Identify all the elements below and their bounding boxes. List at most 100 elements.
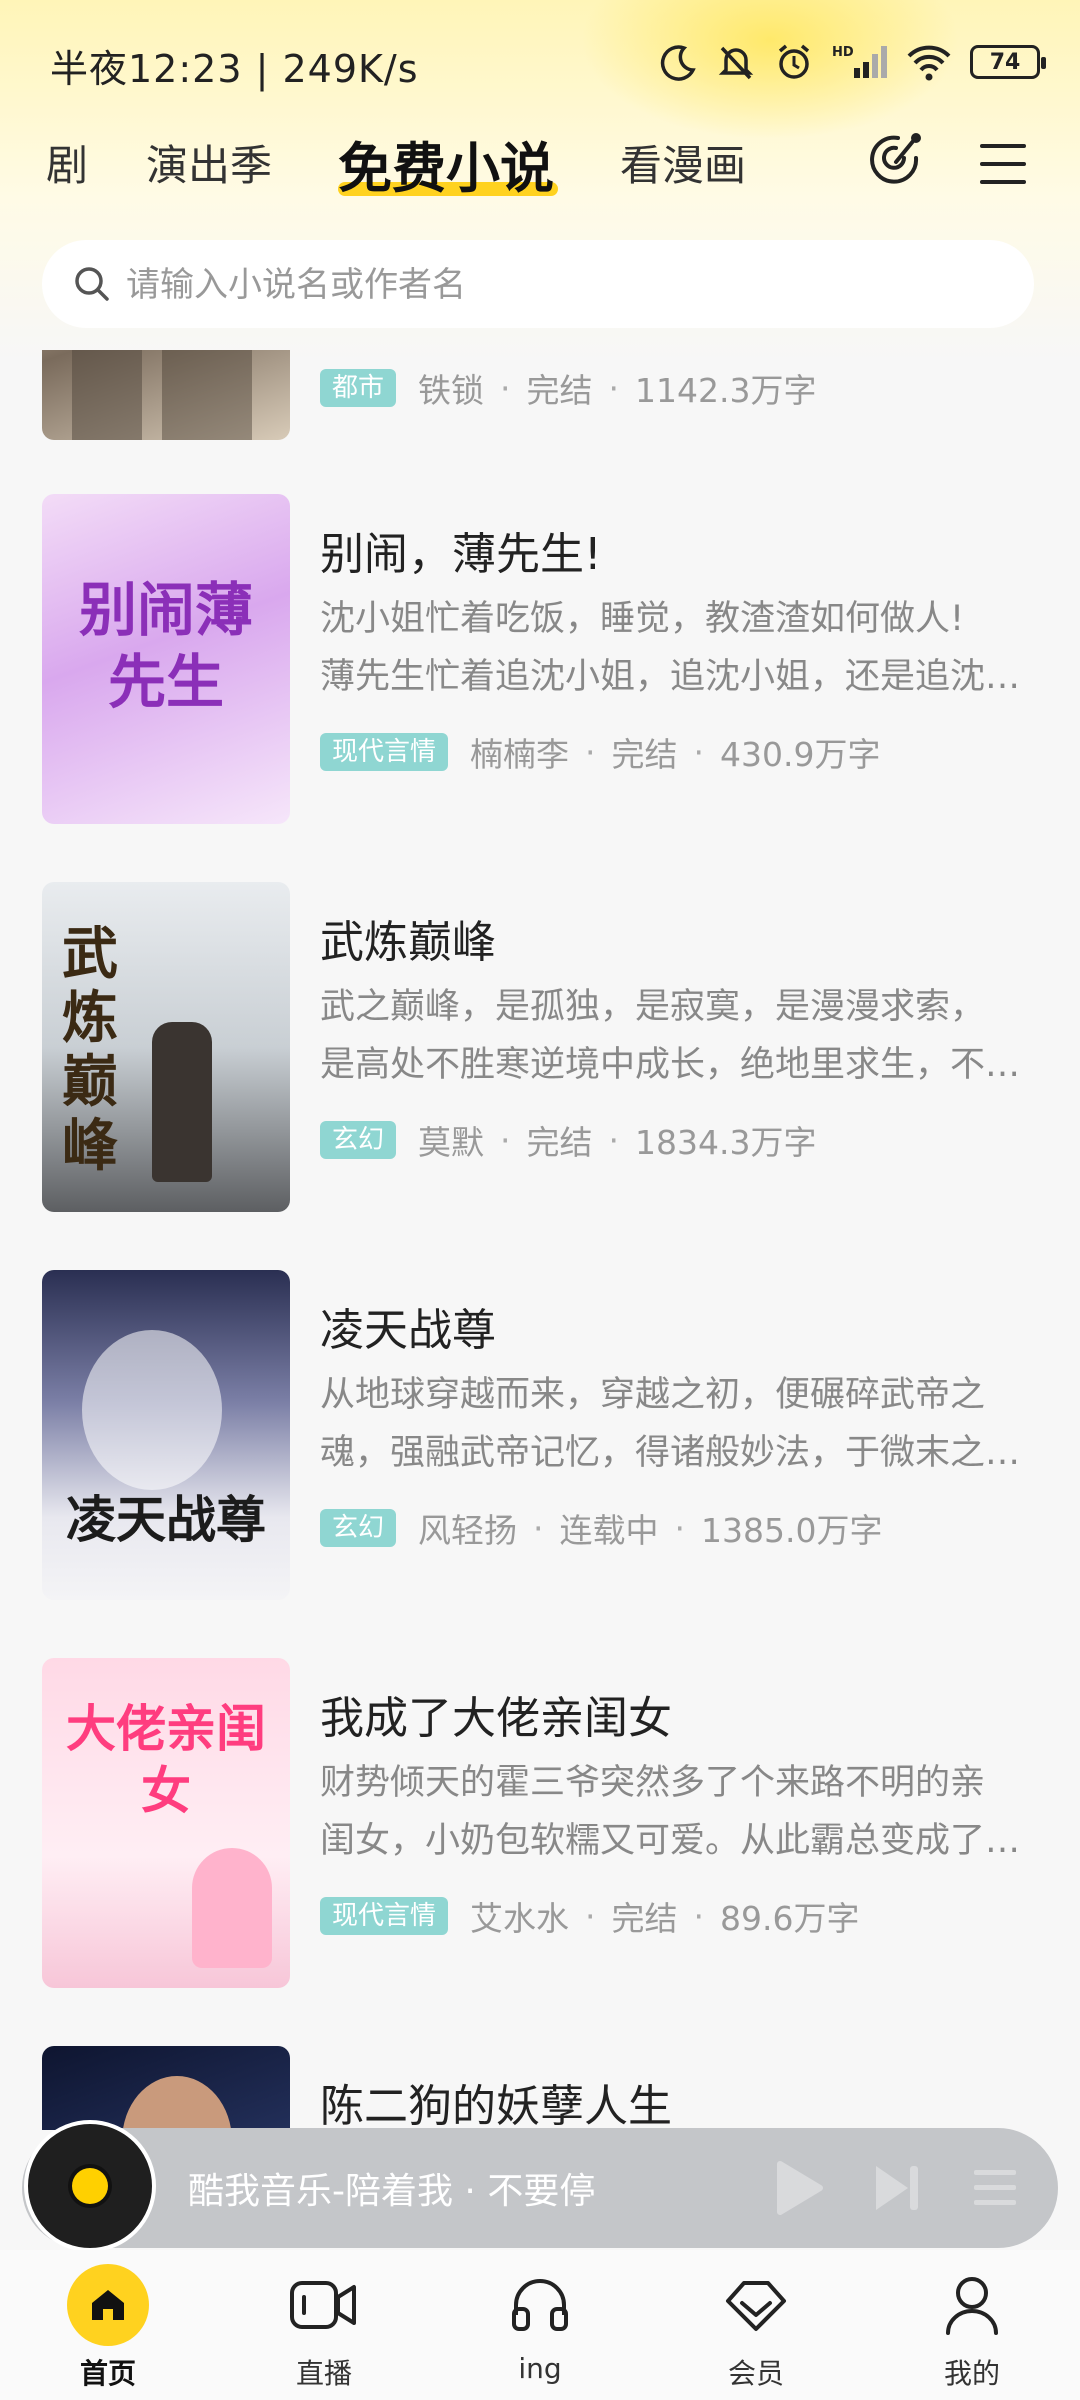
- book-word-count: 430.9万字: [720, 735, 881, 774]
- wifi-icon: [907, 45, 951, 81]
- nav-label: 会员: [727, 2357, 784, 2390]
- separator-dot: ·: [585, 1896, 596, 1936]
- book-status: 完结: [611, 1899, 678, 1938]
- playlist-icon[interactable]: [970, 2158, 1020, 2218]
- cover-title: 凌天战尊: [66, 1490, 266, 1549]
- cover-title: 别闹薄先生: [78, 576, 253, 716]
- book-title: 陈二狗的妖孽人生: [320, 2081, 672, 2130]
- book-cover: 别闹薄先生: [42, 494, 290, 824]
- radar-icon[interactable]: [866, 128, 930, 200]
- separator-dot: ·: [585, 732, 596, 772]
- next-track-icon[interactable]: [870, 2158, 924, 2218]
- nav-live[interactable]: 直播: [244, 2260, 404, 2392]
- separator-dot: ·: [500, 1120, 511, 1160]
- tab-drama[interactable]: 剧: [46, 132, 88, 193]
- book-meta: 现代言情 楠楠李 · 完结 · 430.9万字: [320, 728, 881, 776]
- book-cover: [42, 350, 290, 440]
- user-icon: [946, 2277, 998, 2335]
- book-item[interactable]: 陈二狗的妖孽人生: [0, 2046, 1080, 2130]
- tab-free-novels[interactable]: 免费小说: [338, 124, 554, 203]
- book-description: 财势倾天的霍三爷突然多了个来路不明的亲 闺女，小奶包软糯又可爱。从此霸总变成了女…: [320, 1763, 1026, 1861]
- book-status: 连载中: [559, 1511, 659, 1550]
- search-icon: [75, 267, 109, 301]
- headphones-icon: [512, 2279, 568, 2331]
- genre-tag: 现代言情: [320, 1897, 449, 1935]
- book-author: 风轻扬: [418, 1511, 518, 1550]
- signal-icon: HD: [832, 45, 887, 78]
- genre-tag: 都市: [320, 369, 397, 407]
- play-icon[interactable]: [772, 2158, 826, 2218]
- nav-label: 我的: [943, 2357, 1000, 2390]
- book-cover: 凌天战尊: [42, 1270, 290, 1600]
- status-icons: HD 74: [658, 36, 1046, 88]
- alarm-icon: [778, 44, 810, 79]
- separator-dot: ·: [608, 368, 620, 408]
- book-item[interactable]: 大佬亲闺女 我成了大佬亲闺女 财势倾天的霍三爷突然多了个来路不明的亲 闺女，小奶…: [0, 1658, 1080, 1988]
- video-camera-icon: [290, 2281, 356, 2329]
- separator-dot: ·: [533, 1508, 544, 1548]
- nav-profile[interactable]: 我的: [892, 2260, 1052, 2392]
- separator-dot: ·: [608, 1120, 620, 1160]
- book-description: 从地球穿越而来，穿越之初，便碾碎武帝之 魂，强融武帝记忆，得诸般妙法，于微末之中…: [320, 1375, 1026, 1473]
- tab-shows[interactable]: 演出季: [146, 132, 272, 193]
- book-title: 武炼巅峰: [320, 917, 496, 968]
- book-word-count: 89.6万字: [720, 1899, 860, 1938]
- nav-home[interactable]: 首页: [28, 2260, 188, 2392]
- now-playing-text: 酷我音乐-陪着我 · 不要停: [188, 2171, 596, 2212]
- menu-icon[interactable]: [978, 138, 1030, 190]
- separator-dot: ·: [693, 732, 705, 772]
- separator-dot: ·: [674, 1508, 686, 1548]
- search-bar[interactable]: [42, 240, 1034, 328]
- book-item[interactable]: 别闹薄先生 别闹，薄先生! 沈小姐忙着吃饭，睡觉，教渣渣如何做人! 薄先生忙着追…: [0, 494, 1080, 824]
- book-word-count: 1142.3万字: [635, 371, 817, 410]
- book-meta: 玄幻 风轻扬 · 连载中 · 1385.0万字: [320, 1504, 882, 1552]
- book-meta: 现代言情 艾水水 · 完结 · 89.6万字: [320, 1892, 860, 1940]
- status-bar: 半夜12:23 | 249K/s HD 74: [0, 0, 1080, 126]
- music-player-bar[interactable]: 酷我音乐-陪着我 · 不要停: [22, 2120, 1058, 2252]
- moon-icon: [660, 45, 696, 81]
- book-title: 凌天战尊: [320, 1305, 496, 1356]
- book-description: 沈小姐忙着吃饭，睡觉，教渣渣如何做人! 薄先生忙着追沈小姐，追沈小姐，还是追沈小…: [320, 599, 1026, 697]
- book-title: 别闹，薄先生!: [320, 529, 602, 580]
- separator-dot: ·: [500, 368, 511, 408]
- svg-text:HD: HD: [832, 45, 854, 60]
- book-cover: [42, 2046, 290, 2130]
- nav-label: 首页: [79, 2357, 136, 2390]
- book-author: 楠楠李: [470, 735, 570, 774]
- genre-tag: 现代言情: [320, 733, 449, 771]
- status-time: 半夜12:23 | 249K/s: [50, 47, 419, 91]
- battery-icon: 74: [970, 45, 1046, 79]
- book-status: 完结: [526, 371, 593, 410]
- nav-label: 直播: [295, 2357, 352, 2390]
- tab-comics[interactable]: 看漫画: [620, 132, 746, 193]
- genre-tag: 玄幻: [320, 1121, 397, 1159]
- genre-tag: 玄幻: [320, 1509, 397, 1547]
- album-disc-icon[interactable]: [24, 2120, 156, 2252]
- cover-title: 大佬亲闺女: [66, 1699, 266, 1820]
- book-description: 武之巅峰，是孤独，是寂寞，是漫漫求索， 是高处不胜寒逆境中成长，绝地里求生，不屈…: [320, 987, 1026, 1085]
- book-cover: 武炼巅峰: [42, 882, 290, 1212]
- book-status: 完结: [611, 735, 678, 774]
- book-item[interactable]: 武炼巅峰 武炼巅峰 武之巅峰，是孤独，是寂寞，是漫漫求索， 是高处不胜寒逆境中成…: [0, 882, 1080, 1212]
- book-author: 铁锁: [418, 371, 485, 410]
- book-meta: 都市 铁锁 · 完结 · 1142.3万字: [320, 364, 816, 412]
- separator-dot: ·: [693, 1896, 705, 1936]
- book-item[interactable]: 都市 铁锁 · 完结 · 1142.3万字: [0, 350, 1080, 440]
- bottom-navigation: 首页 直播 ing 会员 我的: [0, 2250, 1080, 2400]
- book-list: 都市 铁锁 · 完结 · 1142.3万字 别闹薄先生 别闹，薄先生! 沈小姐忙…: [0, 350, 1080, 2130]
- book-word-count: 1834.3万字: [635, 1123, 817, 1162]
- book-status: 完结: [526, 1123, 593, 1162]
- nav-label: ing: [518, 2352, 562, 2385]
- nav-vip[interactable]: 会员: [676, 2260, 836, 2392]
- search-input[interactable]: [124, 254, 1008, 316]
- book-word-count: 1385.0万字: [701, 1511, 883, 1550]
- book-cover: 大佬亲闺女: [42, 1658, 290, 1988]
- book-author: 艾水水: [470, 1899, 570, 1938]
- nav-listening[interactable]: ing: [460, 2260, 620, 2385]
- book-item[interactable]: 凌天战尊 凌天战尊 从地球穿越而来，穿越之初，便碾碎武帝之 魂，强融武帝记忆，得…: [0, 1270, 1080, 1600]
- book-title: 我成了大佬亲闺女: [320, 1693, 672, 1744]
- book-author: 莫默: [418, 1123, 485, 1162]
- home-icon: [92, 2290, 124, 2320]
- bell-off-icon: [718, 46, 754, 80]
- book-meta: 玄幻 莫默 · 完结 · 1834.3万字: [320, 1116, 816, 1164]
